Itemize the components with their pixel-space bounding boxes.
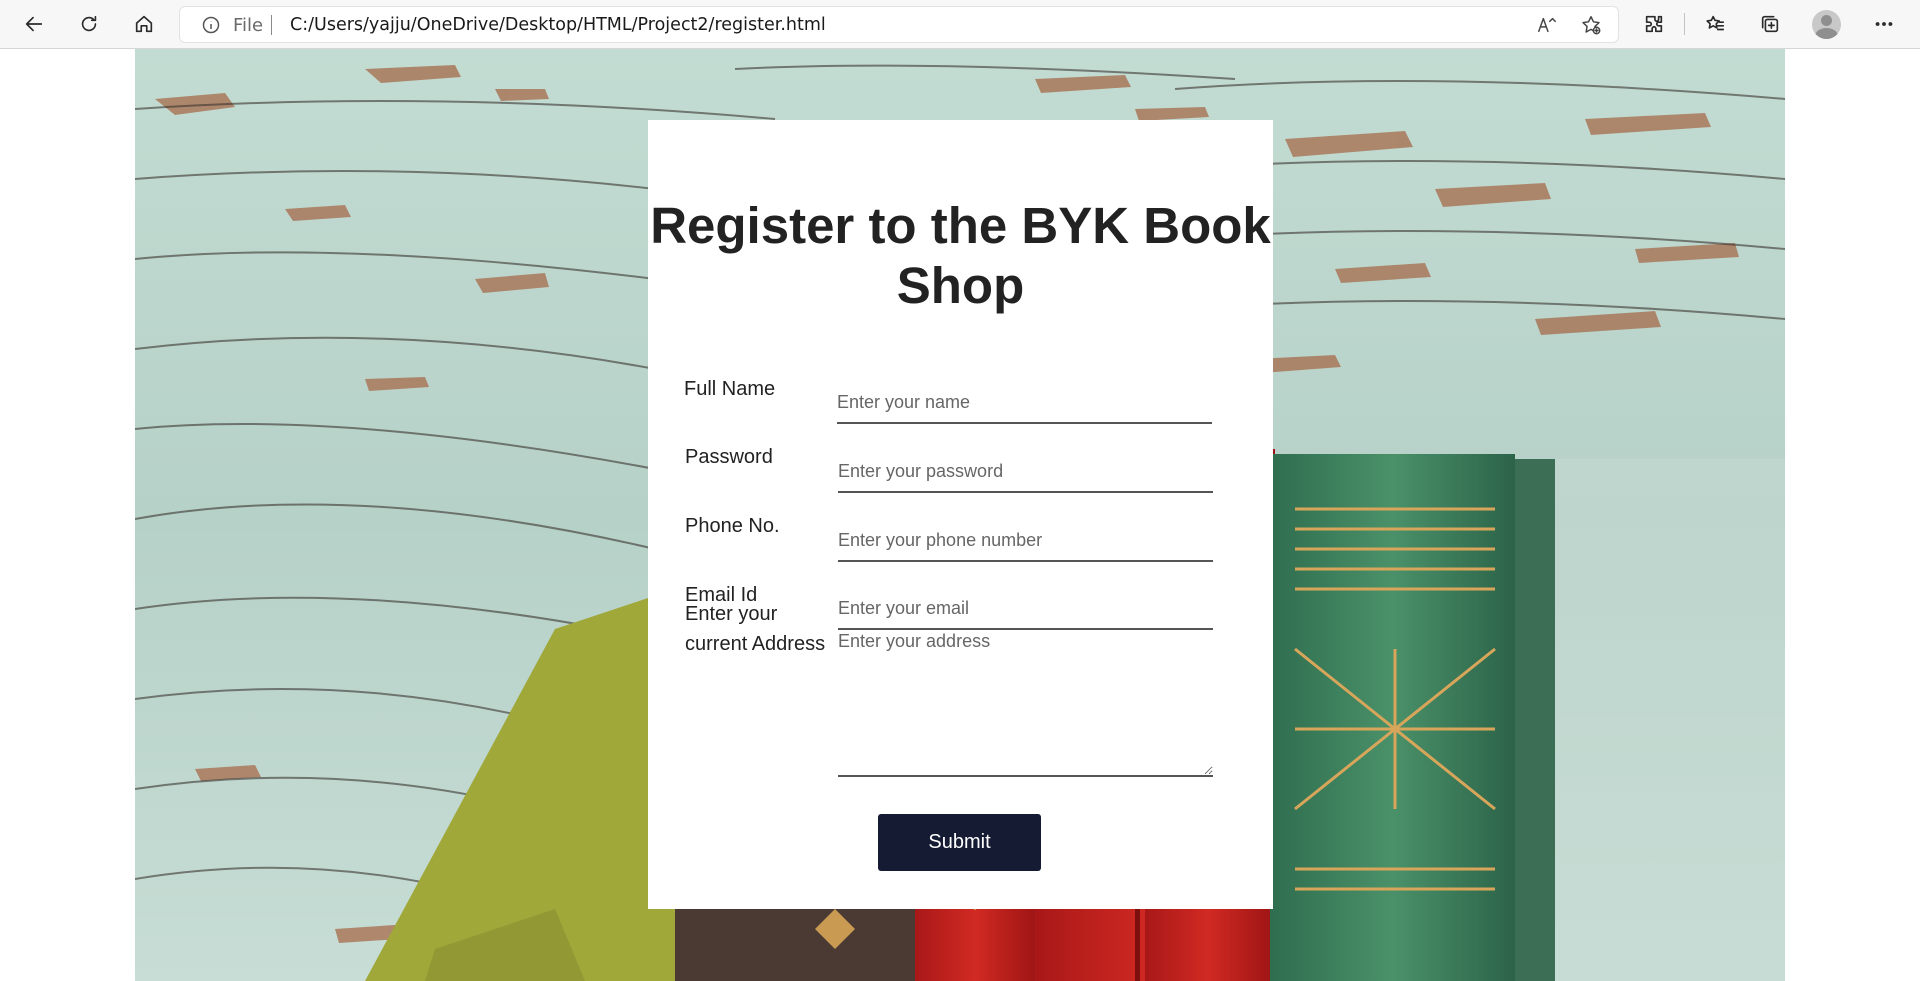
full-name-label: Full Name	[684, 378, 776, 400]
address-label: Enter your current Address	[685, 603, 826, 655]
profile-avatar-icon[interactable]	[1812, 10, 1841, 39]
full-name-input[interactable]	[837, 372, 1212, 424]
register-card: Register to the BYK Book Shop Full Name …	[648, 120, 1273, 909]
submit-button[interactable]: Submit	[878, 814, 1041, 871]
more-menu-icon[interactable]	[1866, 7, 1902, 41]
address-textarea[interactable]	[838, 617, 1213, 777]
toolbar-divider	[1684, 13, 1685, 35]
password-label: Password	[685, 446, 773, 468]
favorites-icon[interactable]	[1697, 7, 1733, 41]
browser-toolbar: File C:/Users/yajju/OneDrive/Desktop/HTM…	[0, 0, 1920, 49]
home-icon[interactable]	[126, 7, 162, 41]
address-url[interactable]: C:/Users/yajju/OneDrive/Desktop/HTML/Pro…	[290, 15, 826, 35]
read-aloud-icon[interactable]	[1536, 14, 1560, 38]
refresh-icon[interactable]	[71, 7, 107, 41]
add-favorite-icon[interactable]	[1580, 14, 1604, 38]
phone-input[interactable]	[838, 510, 1213, 562]
page-viewport: Register to the BYK Book Shop Full Name …	[0, 49, 1920, 981]
info-icon[interactable]	[202, 16, 220, 34]
phone-label: Phone No.	[685, 515, 780, 537]
collections-icon[interactable]	[1752, 7, 1788, 41]
address-scheme: File	[233, 15, 264, 36]
password-input[interactable]	[838, 441, 1213, 493]
back-arrow-icon[interactable]	[16, 7, 52, 41]
page-title: Register to the BYK Book Shop	[650, 197, 1271, 314]
address-divider	[271, 15, 272, 35]
address-bar[interactable]: File C:/Users/yajju/OneDrive/Desktop/HTM…	[179, 6, 1619, 43]
extensions-icon[interactable]	[1636, 7, 1672, 41]
